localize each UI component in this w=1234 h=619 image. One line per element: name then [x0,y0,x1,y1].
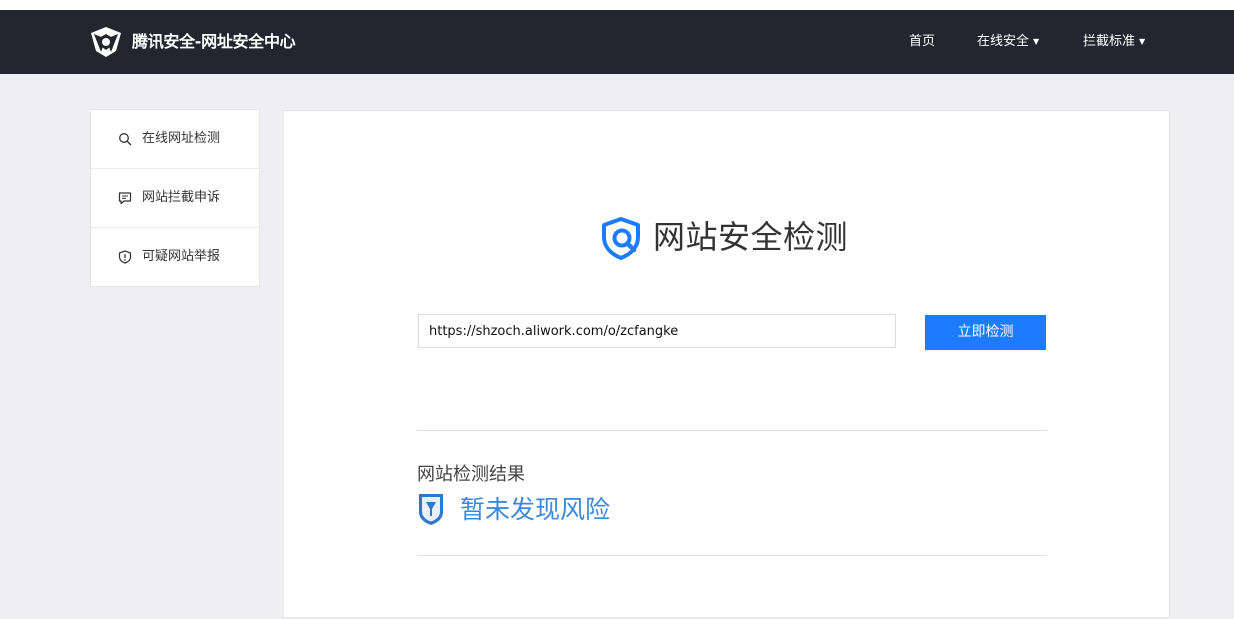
chevron-down-icon: ▼ [1139,37,1146,46]
nav-online-security-label: 在线安全 [977,34,1030,49]
header-bar: 腾讯安全-网址安全中心 首页 在线安全 ▼ 拦截标准 ▼ [0,10,1234,74]
shield-search-icon [602,217,640,260]
shield-alert-icon [118,250,132,264]
comment-icon [118,192,132,205]
top-strip [0,0,1234,10]
nav-online-security[interactable]: 在线安全 ▼ [977,32,1039,52]
nav-block-standards-label: 拦截标准 [1083,34,1136,49]
sidebar-item-label: 网站拦截申诉 [142,190,221,205]
sidebar-item-url-check[interactable]: 在线网址检测 [91,110,259,169]
divider [417,555,1047,556]
sidebar-item-label: 在线网址检测 [142,131,221,146]
nav-home-label: 首页 [909,34,936,49]
sidebar-item-report[interactable]: 可疑网站举报 [91,228,259,286]
site-title[interactable]: 腾讯安全-网址安全中心 [132,30,296,54]
sidebar-item-label: 可疑网站举报 [142,249,221,264]
check-now-button[interactable]: 立即检测 [925,315,1046,350]
result-status: 暂未发现风险 [460,495,611,524]
nav-home[interactable]: 首页 [909,32,935,52]
url-input[interactable] [418,314,896,348]
nav-block-standards[interactable]: 拦截标准 ▼ [1083,32,1145,52]
safe-shield-icon [419,494,443,525]
sidebar-item-appeal[interactable]: 网站拦截申诉 [91,169,259,228]
divider [417,430,1047,431]
sidebar: 在线网址检测 网站拦截申诉 可疑网站举报 [90,109,260,287]
result-heading: 网站检测结果 [417,464,525,485]
search-icon [119,133,132,146]
page-title: 网站安全检测 [653,218,849,256]
chevron-down-icon: ▼ [1033,37,1040,46]
main-panel: 网站安全检测 立即检测 网站检测结果 暂未发现风险 [283,110,1170,618]
tencent-security-logo-icon[interactable] [89,25,123,59]
